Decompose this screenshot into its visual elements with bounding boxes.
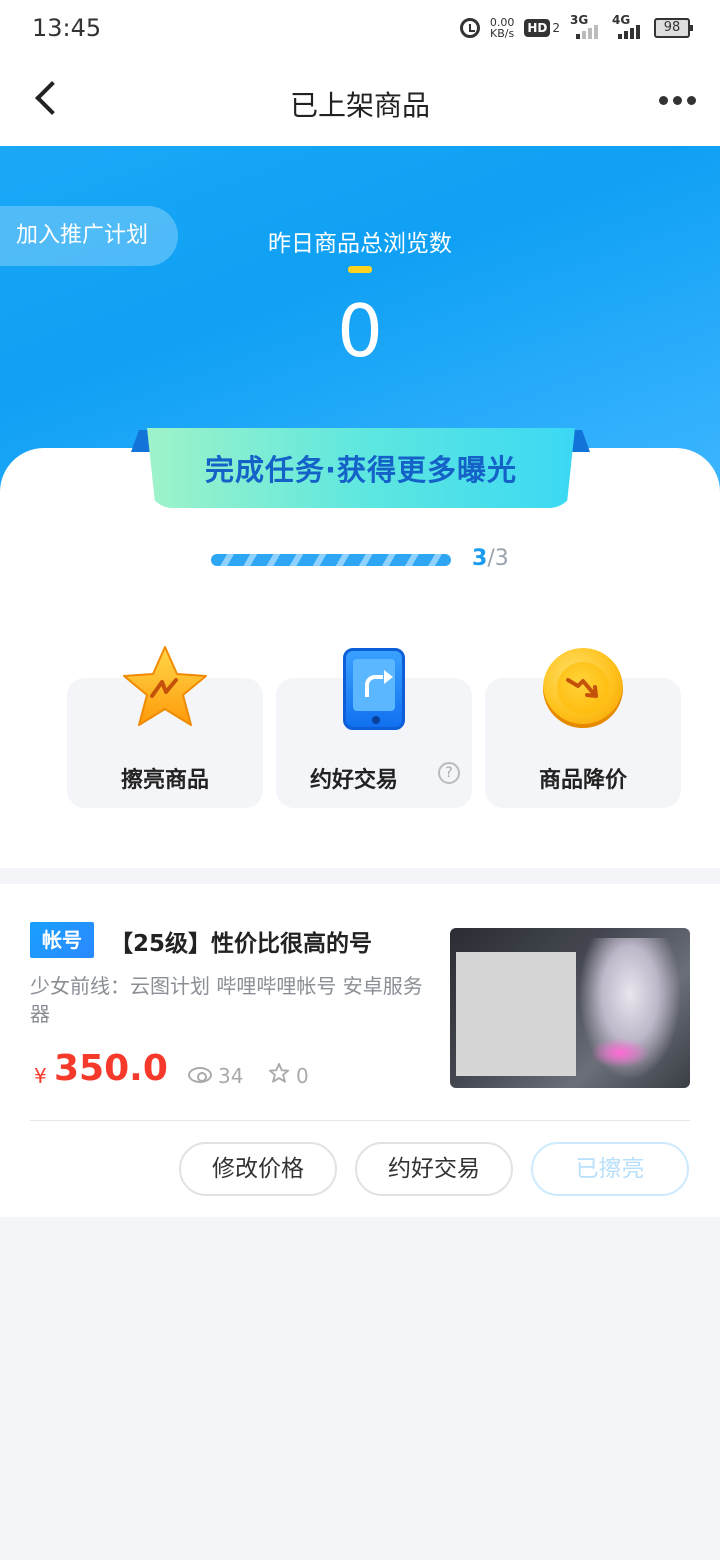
yesterday-views-value: 0 [337, 289, 383, 373]
task-banner: 完成任务·获得更多曝光 [147, 428, 575, 508]
status-icons: 0.00 KB/s HD 2 3G 4G 98 [459, 13, 693, 42]
more-options-icon[interactable] [659, 96, 696, 105]
page-title: 已上架商品 [289, 89, 430, 122]
net-speed: 0.00 KB/s [490, 17, 515, 39]
yesterday-views-label: 昨日商品总浏览数 [268, 231, 452, 257]
star-count: 0 [296, 1064, 309, 1088]
net-speed-unit: KB/s [489, 27, 515, 40]
task-card-label: 擦亮商品 [120, 768, 209, 793]
hd-sub: 2 [552, 21, 560, 35]
price-currency: ¥ [34, 1064, 47, 1088]
account-tag-badge: 帐号 [30, 922, 94, 958]
signal-3g-icon: 3G [570, 13, 602, 39]
accent-dash [348, 266, 372, 273]
edit-price-button[interactable]: 修改价格 [179, 1142, 337, 1196]
task-progress-done: 3 [472, 546, 488, 571]
listing-price: 350.0 [54, 1048, 168, 1089]
divider [30, 1120, 690, 1121]
eye-icon [188, 1067, 212, 1083]
phone-share-icon [343, 648, 405, 730]
battery-icon: 98 [654, 18, 693, 38]
coin-down-icon [543, 648, 623, 728]
listing-title: 【25级】性价比很高的号 [110, 931, 373, 957]
star-outline-icon [268, 1062, 290, 1083]
polished-button[interactable]: 已擦亮 [531, 1142, 689, 1196]
alarm-icon [459, 18, 480, 38]
listing-description: 少女前线：云图计划 哔哩哔哩帐号 安卓服务器 [30, 974, 423, 1026]
star-icon [123, 646, 207, 726]
thumbnail-glow [590, 1038, 650, 1068]
signal-4g-icon: 4G [612, 13, 644, 39]
nav-bar: 已上架商品 [0, 56, 720, 146]
task-progress-bar [211, 554, 451, 566]
task-banner-text: 完成任务·获得更多曝光 [204, 453, 518, 487]
status-time: 13:45 [32, 14, 102, 42]
listing-card[interactable]: 帐号 【25级】性价比很高的号 少女前线：云图计划 哔哩哔哩帐号 安卓服务器 ¥… [0, 884, 720, 1217]
status-bar: 13:45 0.00 KB/s HD 2 3G 4G 98 [0, 0, 720, 56]
thumbnail-panel [456, 952, 576, 1076]
task-progress-total: /3 [487, 546, 509, 571]
task-progress-count: 3/3 [472, 546, 509, 571]
view-count: 34 [218, 1064, 244, 1088]
help-icon[interactable]: ? [438, 762, 460, 784]
agree-trade-button[interactable]: 约好交易 [355, 1142, 513, 1196]
task-card-label: 商品降价 [538, 768, 627, 793]
listing-thumbnail[interactable] [450, 928, 690, 1088]
hd-icon: HD [524, 19, 551, 37]
